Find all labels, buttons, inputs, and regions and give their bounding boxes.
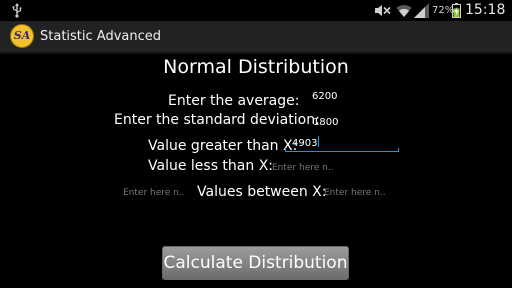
greater-than-field[interactable]: 4903 [285,136,399,152]
clock: 15:18 [465,2,506,18]
signal-icon [414,3,429,18]
between-label: Values between X: [197,184,327,200]
app-title: Statistic Advanced [40,29,161,44]
std-dev-label: Enter the standard deviation: [114,112,320,128]
battery-icon [452,3,461,18]
less-than-label: Value less than X: [148,158,274,174]
average-label: Enter the average: [168,93,300,109]
mute-icon [375,5,391,16]
average-field[interactable]: 6200 [312,90,337,103]
battery-percent: 72% [432,5,455,16]
std-dev-field[interactable]: 1800 [313,116,338,129]
greater-than-value: 4903 [292,138,318,149]
page-title: Normal Distribution [163,56,349,78]
action-bar: SA Statistic Advanced [0,21,512,54]
wifi-icon [396,5,412,17]
between-upper-field[interactable]: Enter here n.. [324,187,386,200]
between-lower-field[interactable]: Enter here n.. [123,187,185,200]
status-bar: 72% 15:18 [0,0,512,21]
text-cursor [318,136,320,147]
app-logo-icon[interactable]: SA [10,24,34,48]
usb-icon [12,3,22,18]
less-than-field[interactable]: Enter here n.. [272,162,334,175]
greater-than-label: Value greater than X: [148,138,298,154]
calculate-distribution-button[interactable]: Calculate Distribution [162,246,349,280]
